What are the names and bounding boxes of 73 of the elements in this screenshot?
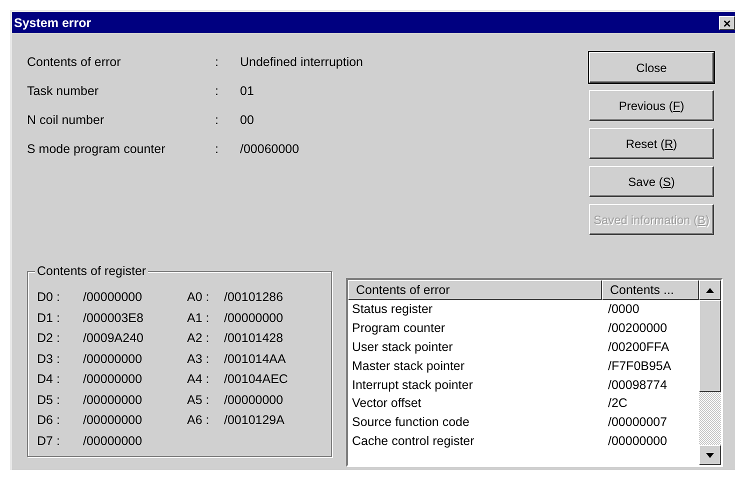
table-cell-text: /00200FFA [607, 338, 670, 356]
group-title: Contents of register [35, 264, 148, 278]
field-label: S mode program counter [27, 141, 166, 158]
register-value: /0009A240 [83, 330, 144, 347]
register-value: /00000000 [224, 310, 284, 326]
dialog-button[interactable]: Previous (F) [589, 90, 714, 121]
register-name: A1 : [187, 310, 210, 326]
register-name: A5 : [187, 392, 210, 408]
table-cell-text: Interrupt stack pointer [351, 376, 474, 394]
register-value: /000003E8 [83, 310, 144, 326]
field-value: Undefined interruption [240, 54, 363, 71]
register-name: A6 : [187, 412, 210, 429]
up-triangle-icon [706, 288, 714, 292]
column-header[interactable]: Contents ... [602, 280, 699, 300]
dialog-button[interactable]: Save (S) [589, 166, 714, 197]
down-triangle-icon [706, 452, 714, 458]
separator: : [215, 54, 220, 71]
scroll-up-button[interactable] [699, 280, 721, 300]
table-cell-text: Program counter [351, 320, 446, 337]
register-value: /0010129A [224, 412, 286, 429]
field-value: 01 [240, 83, 255, 100]
field-label: Contents of error [27, 54, 122, 71]
table-cell-text: /00000007 [607, 414, 668, 432]
register-value: /00000000 [224, 392, 284, 408]
register-name: D7 : [37, 432, 61, 450]
register-name: D4 : [37, 371, 61, 388]
dialog-button[interactable]: Reset (R) [589, 128, 714, 159]
field-label: N coil number [27, 112, 106, 129]
field-value: 00 [240, 112, 255, 129]
register-name: A4 : [187, 371, 210, 388]
table-cell-text: User stack pointer [351, 338, 454, 356]
register-name: D3 : [37, 350, 61, 368]
separator: : [215, 83, 220, 100]
table-cell-text: /0000 [607, 301, 640, 318]
field-value: /00060000 [240, 141, 300, 158]
register-value: /00101428 [224, 330, 284, 347]
separator: : [215, 112, 220, 129]
register-name: A3 : [187, 350, 210, 368]
table-cell-text: Master stack pointer [351, 358, 466, 375]
column-header[interactable]: Contents of error [348, 280, 602, 300]
field-label: Task number [27, 83, 100, 100]
register-name: D0 : [37, 289, 61, 306]
table-cell-text: Cache control register [351, 433, 476, 450]
scroll-down-button[interactable] [699, 445, 721, 465]
register-value: /00000000 [83, 371, 144, 388]
table-cell-text: /2C [607, 395, 628, 412]
register-name: D5 : [37, 392, 61, 408]
table-cell-text: /00098774 [607, 376, 668, 394]
register-value: /00000000 [83, 432, 144, 450]
register-name: D2 : [37, 330, 61, 347]
close-button[interactable]: × [719, 16, 735, 30]
register-value: /00000000 [83, 392, 144, 408]
table-cell-text: Vector offset [351, 395, 422, 412]
window-title: System error [14, 16, 92, 30]
separator: : [215, 141, 220, 158]
scroll-thumb[interactable] [699, 300, 721, 392]
register-value: /001014AA [224, 350, 287, 368]
table-cell-text: /F7F0B95A [607, 358, 672, 375]
register-value: /00104AEC [224, 371, 289, 388]
scrollbar[interactable] [699, 280, 721, 465]
register-value: /00000000 [83, 350, 144, 368]
register-value: /00000000 [83, 289, 144, 306]
dialog-button[interactable]: Close [589, 52, 714, 83]
register-value: /00101286 [224, 289, 284, 306]
table-cell-text: /00200000 [607, 320, 668, 337]
register-name: A2 : [187, 330, 210, 347]
register-name: D1 : [37, 310, 61, 326]
register-value: /00000000 [83, 412, 144, 429]
table-cell-text: Source function code [351, 414, 470, 432]
table-cell-text: Status register [351, 301, 434, 318]
register-name: A0 : [187, 289, 210, 306]
table-cell-text: /00000000 [607, 433, 668, 450]
register-name: D6 : [37, 412, 61, 429]
